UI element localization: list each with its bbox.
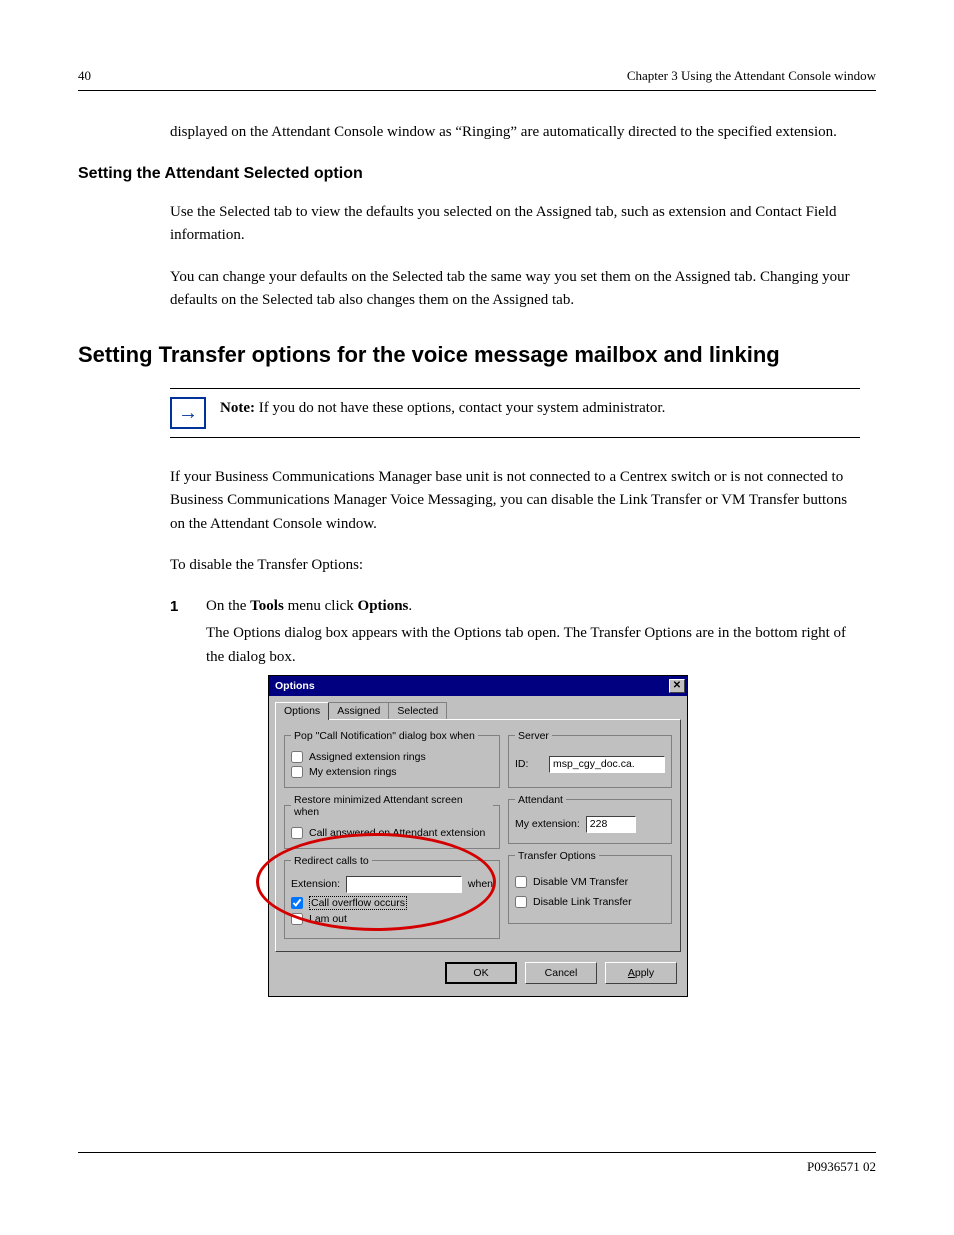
redirect-extension-label: Extension:	[291, 878, 340, 890]
header-rule	[78, 90, 876, 91]
close-icon: ✕	[673, 680, 681, 691]
chk-disable-link[interactable]	[515, 896, 527, 908]
page-number: 40	[78, 68, 91, 84]
chk-disable-vm-label: Disable VM Transfer	[533, 876, 628, 888]
chapter-title: Chapter 3 Using the Attendant Console wi…	[627, 68, 876, 84]
doc-id: P0936571 02	[807, 1159, 876, 1174]
server-id-input[interactable]: msp_cgy_doc.ca.	[549, 756, 665, 773]
group-pop-legend: Pop "Call Notification" dialog box when	[291, 730, 478, 742]
redirect-extension-input[interactable]	[346, 876, 462, 893]
server-id-label: ID:	[515, 758, 543, 770]
group-pop-notification: Pop "Call Notification" dialog box when …	[284, 730, 500, 788]
step-subtext: The Options dialog box appears with the …	[206, 622, 860, 669]
tab-assigned[interactable]: Assigned	[328, 702, 389, 719]
group-restore-legend: Restore minimized Attendant screen when	[291, 794, 493, 818]
chk-assigned-ext-rings-label: Assigned extension rings	[309, 751, 426, 763]
group-restore-minimized: Restore minimized Attendant screen when …	[284, 794, 500, 849]
group-redirect-legend: Redirect calls to	[291, 855, 372, 867]
note-text: Note: If you do not have these options, …	[220, 397, 665, 420]
ok-button[interactable]: OK	[445, 962, 517, 984]
chk-call-answered[interactable]	[291, 827, 303, 839]
close-button[interactable]: ✕	[669, 679, 685, 693]
chk-i-am-out[interactable]	[291, 913, 303, 925]
chk-call-overflow-label: Call overflow occurs	[309, 896, 407, 910]
arrow-right-icon: →	[170, 397, 206, 429]
group-attendant: Attendant My extension: 228	[508, 794, 672, 844]
group-server-legend: Server	[515, 730, 552, 742]
tab-options[interactable]: Options	[275, 702, 329, 720]
para-3: You can change your defaults on the Sele…	[170, 266, 860, 313]
apply-button[interactable]: Apply	[605, 962, 677, 984]
attendant-ext-label: My extension:	[515, 818, 580, 830]
group-redirect-calls: Redirect calls to Extension: when Call o…	[284, 855, 500, 939]
para-2: Use the Selected tab to view the default…	[170, 201, 860, 248]
group-transfer-options: Transfer Options Disable VM Transfer Dis…	[508, 850, 672, 924]
para-intro: displayed on the Attendant Console windo…	[170, 121, 860, 144]
para-4: If your Business Communications Manager …	[170, 466, 860, 536]
chk-i-am-out-label: I am out	[309, 913, 347, 925]
chk-call-answered-label: Call answered on Attendant extension	[309, 827, 485, 839]
dialog-titlebar: Options ✕	[269, 676, 687, 696]
step-text: On the Tools menu click Options.	[206, 595, 860, 618]
cancel-button[interactable]: Cancel	[525, 962, 597, 984]
tab-row: Options Assigned Selected	[275, 702, 681, 719]
chk-disable-link-label: Disable Link Transfer	[533, 896, 632, 908]
group-transfer-legend: Transfer Options	[515, 850, 599, 862]
step-number: 1	[170, 595, 188, 669]
dialog-title: Options	[275, 680, 315, 692]
note-label: Note:	[220, 400, 255, 416]
chk-assigned-ext-rings[interactable]	[291, 751, 303, 763]
note-box: → Note: If you do not have these options…	[170, 388, 860, 438]
redirect-when-label: when	[468, 878, 493, 890]
para-5: To disable the Transfer Options:	[170, 554, 860, 577]
chk-call-overflow[interactable]	[291, 897, 303, 909]
dialog-button-row: OK Cancel Apply	[269, 952, 687, 996]
tab-selected[interactable]: Selected	[388, 702, 447, 719]
group-server: Server ID: msp_cgy_doc.ca.	[508, 730, 672, 788]
tab-panel-options: Pop "Call Notification" dialog box when …	[275, 719, 681, 952]
attendant-ext-input[interactable]: 228	[586, 816, 636, 833]
options-dialog: Options ✕ Options Assigned Selected Pop …	[268, 675, 688, 997]
chk-disable-vm[interactable]	[515, 876, 527, 888]
chk-my-ext-rings-label: My extension rings	[309, 766, 397, 778]
step-1: 1 On the Tools menu click Options. The O…	[170, 595, 860, 669]
note-body: If you do not have these options, contac…	[259, 400, 666, 416]
chk-my-ext-rings[interactable]	[291, 766, 303, 778]
h2-transfer-options: Setting Transfer options for the voice m…	[78, 342, 876, 368]
page-footer: P0936571 02	[78, 1152, 876, 1175]
section-title: Setting the Attendant Selected option	[78, 162, 768, 187]
group-attendant-legend: Attendant	[515, 794, 566, 806]
